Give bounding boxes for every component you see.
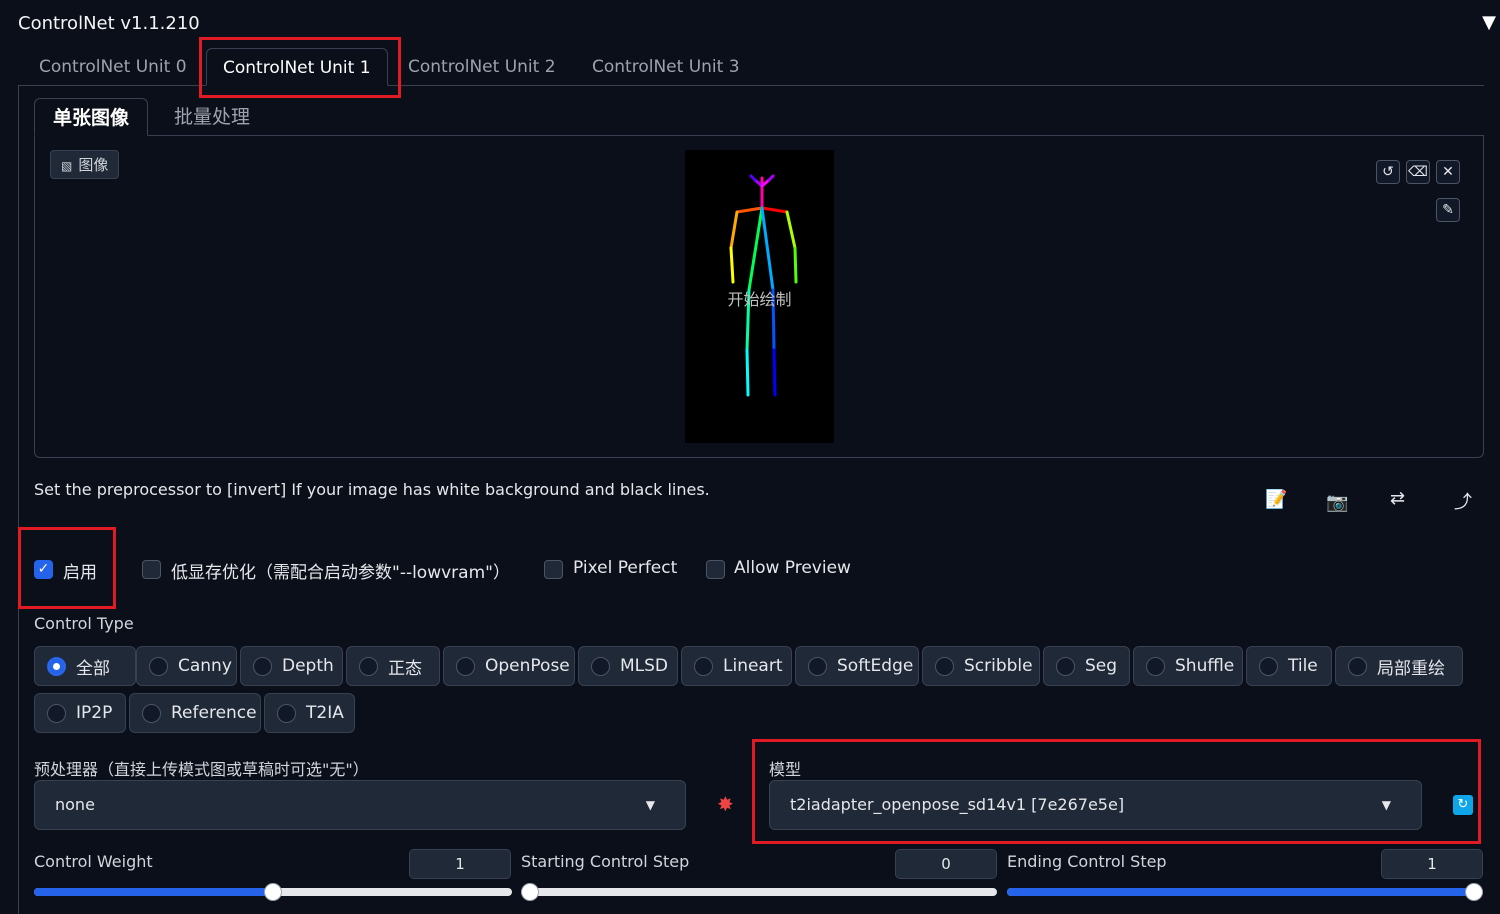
control-weight-label: Control Weight — [34, 852, 153, 871]
radio-t2ia[interactable]: T2IA — [264, 693, 355, 733]
radio-indicator — [1056, 656, 1075, 676]
chevron-down-icon: ▼ — [645, 798, 655, 812]
radio-indicator — [47, 703, 66, 723]
control-type-label: Control Type — [34, 614, 134, 633]
send-dimensions-icon[interactable]: ⤴ — [1454, 488, 1472, 514]
radio-openpose[interactable]: OpenPose — [443, 646, 575, 686]
radio-seg[interactable]: Seg — [1043, 646, 1130, 686]
radio-mlsd[interactable]: MLSD — [578, 646, 678, 686]
controlnet-title[interactable]: ControlNet v1.1.210 — [18, 13, 200, 34]
pixel-perfect-checkbox[interactable] — [544, 560, 563, 579]
undo-icon[interactable]: ↺ — [1376, 160, 1400, 184]
radio-softedge[interactable]: SoftEdge — [795, 646, 919, 686]
slider-fill — [34, 888, 273, 896]
slider-handle[interactable] — [521, 883, 539, 901]
radio-indicator — [694, 656, 713, 676]
slider-handle[interactable] — [1465, 883, 1483, 901]
slider-fill — [1007, 888, 1483, 896]
radio-lineart[interactable]: Lineart — [681, 646, 792, 686]
image-mode-tabs: 单张图像 批量处理 — [34, 98, 1484, 136]
tab-single-image[interactable]: 单张图像 — [34, 98, 149, 136]
new-canvas-icon[interactable]: 📝 — [1265, 489, 1287, 510]
radio-indicator — [359, 656, 378, 676]
radio-indicator — [1259, 656, 1278, 676]
start-step-label: Starting Control Step — [521, 852, 690, 871]
model-label: 模型 — [769, 760, 802, 779]
radio-indicator — [277, 703, 296, 723]
model-value: t2iadapter_openpose_sd14v1 [7e267e5e] — [790, 795, 1125, 814]
collapse-icon[interactable]: ▼ — [1482, 12, 1496, 33]
control-weight-input[interactable]: 1 — [409, 849, 511, 879]
canvas-hint: 开始绘制 — [727, 290, 792, 309]
radio-indicator — [142, 703, 161, 723]
radio-indicator — [1146, 656, 1165, 676]
run-preprocessor-icon[interactable]: ✸ — [717, 792, 734, 816]
chevron-down-icon: ▼ — [1381, 798, 1391, 812]
enable-label: 启用 — [63, 563, 97, 583]
radio-inpaint[interactable]: 局部重绘 — [1335, 646, 1463, 686]
brush-icon[interactable]: ✎ — [1436, 198, 1460, 222]
radio-ip2p[interactable]: IP2P — [34, 693, 126, 733]
tab-batch[interactable]: 批量处理 — [174, 98, 250, 136]
radio-reference[interactable]: Reference — [129, 693, 261, 733]
close-icon[interactable]: ✕ — [1436, 160, 1460, 184]
lowvram-label: 低显存优化（需配合启动参数"--lowvram"） — [171, 563, 510, 583]
radio-depth[interactable]: Depth — [240, 646, 343, 686]
tab-unit-0[interactable]: ControlNet Unit 0 — [39, 48, 187, 86]
radio-shuffle[interactable]: Shuffle — [1133, 646, 1243, 686]
end-step-slider[interactable] — [1007, 883, 1483, 901]
pixel-perfect-label: Pixel Perfect — [573, 558, 678, 578]
start-step-input[interactable]: 0 — [895, 849, 997, 879]
radio-indicator — [1348, 656, 1367, 676]
camera-icon[interactable]: 📷 — [1326, 492, 1348, 513]
lowvram-checkbox[interactable] — [142, 560, 161, 579]
radio-tile[interactable]: Tile — [1246, 646, 1332, 686]
radio-indicator — [149, 656, 168, 676]
radio-canny[interactable]: Canny — [136, 646, 237, 686]
radio-normal[interactable]: 正态 — [346, 646, 440, 686]
radio-indicator — [456, 656, 475, 676]
swap-icon[interactable]: ⇄ — [1390, 488, 1405, 509]
radio-indicator — [253, 656, 272, 676]
radio-indicator — [47, 656, 66, 676]
radio-scribble[interactable]: Scribble — [922, 646, 1040, 686]
allow-preview-checkbox[interactable] — [706, 560, 725, 579]
image-label: ▧ 图像 — [50, 150, 120, 179]
tab-unit-2[interactable]: ControlNet Unit 2 — [408, 48, 556, 86]
allow-preview-label: Allow Preview — [734, 558, 851, 578]
eraser-icon[interactable]: ⌫ — [1406, 160, 1430, 184]
preprocessor-value: none — [55, 795, 95, 814]
preprocessor-select[interactable]: none ▼ — [34, 780, 686, 830]
radio-indicator — [935, 656, 954, 676]
end-step-label: Ending Control Step — [1007, 852, 1167, 871]
tab-unit-3[interactable]: ControlNet Unit 3 — [592, 48, 740, 86]
end-step-input[interactable]: 1 — [1381, 849, 1483, 879]
model-select[interactable]: t2iadapter_openpose_sd14v1 [7e267e5e] ▼ — [769, 780, 1422, 830]
radio-indicator — [808, 656, 827, 676]
preprocessor-label: 预处理器（直接上传模式图或草稿时可选"无"） — [34, 760, 369, 779]
control-weight-slider[interactable] — [34, 883, 512, 901]
image-icon: ▧ — [61, 159, 73, 173]
enable-checkbox[interactable]: ✓ — [34, 560, 53, 579]
preprocessor-hint: Set the preprocessor to [invert] If your… — [34, 480, 710, 499]
radio-all[interactable]: 全部 — [34, 646, 136, 686]
radio-indicator — [591, 656, 610, 676]
slider-handle[interactable] — [264, 883, 282, 901]
start-step-slider[interactable] — [521, 883, 997, 901]
refresh-icon[interactable]: ↻ — [1453, 795, 1473, 815]
